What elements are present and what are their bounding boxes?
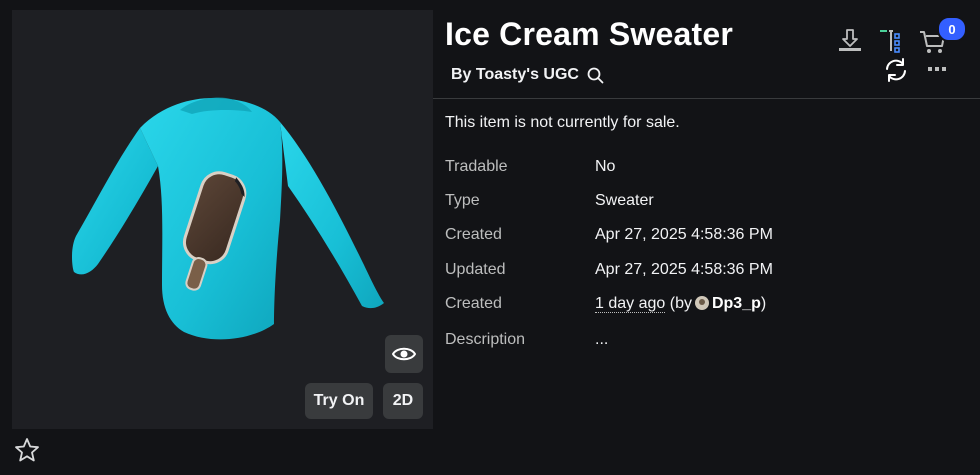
more-icon[interactable] xyxy=(926,60,948,78)
detail-value: Apr 27, 2025 4:58:36 PM xyxy=(595,261,773,278)
item-preview[interactable]: Try On 2D xyxy=(12,10,433,429)
sale-status: This item is not currently for sale. xyxy=(445,114,680,131)
relative-time: 1 day ago xyxy=(595,295,666,313)
sweater-3d-model[interactable] xyxy=(12,10,433,429)
refresh-icon[interactable] xyxy=(883,57,909,83)
hierarchy-icon[interactable] xyxy=(878,28,904,54)
star-icon[interactable] xyxy=(14,437,40,463)
detail-value: Apr 27, 2025 4:58:36 PM xyxy=(595,226,773,243)
detail-label: Description xyxy=(445,331,526,348)
detail-label: Created xyxy=(445,226,502,243)
detail-label: Created xyxy=(445,295,502,312)
cart-count-badge: 0 xyxy=(937,16,967,42)
item-title: Ice Cream Sweater xyxy=(445,16,734,52)
by-prefix: (by xyxy=(669,295,692,312)
detail-value: Sweater xyxy=(595,192,654,209)
eye-icon xyxy=(392,347,416,361)
download-icon[interactable] xyxy=(836,27,864,55)
detail-value: No xyxy=(595,158,616,175)
detail-value: 1 day ago (by Dp3_p) xyxy=(595,295,766,313)
try-on-button[interactable]: Try On xyxy=(305,383,373,419)
user-avatar xyxy=(694,296,709,310)
toggle-2d-button[interactable]: 2D xyxy=(383,383,423,419)
view-toggle-button[interactable] xyxy=(385,335,423,373)
detail-label: Updated xyxy=(445,261,506,278)
header-divider xyxy=(433,98,980,99)
item-page: Try On 2D Ice Cream Sweater By Toasty's … xyxy=(0,0,980,475)
creator-link[interactable]: By Toasty's UGC xyxy=(451,66,604,84)
detail-value: ... xyxy=(595,331,609,348)
detail-label: Type xyxy=(445,192,480,209)
user-link[interactable]: Dp3_p xyxy=(712,295,761,312)
detail-label: Tradable xyxy=(445,158,508,175)
creator-name: By Toasty's UGC xyxy=(451,66,579,83)
by-suffix: ) xyxy=(760,295,767,312)
search-icon xyxy=(587,67,604,83)
